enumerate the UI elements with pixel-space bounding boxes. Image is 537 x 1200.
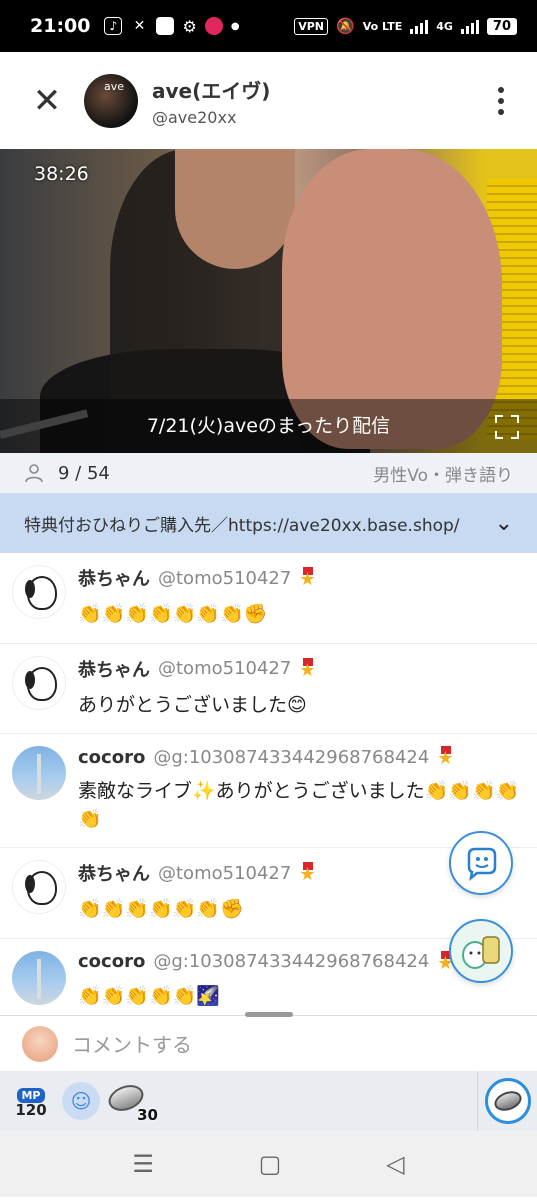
- more-vertical-icon[interactable]: [489, 86, 513, 115]
- recents-icon[interactable]: ☰: [132, 1150, 154, 1178]
- star-badge-icon: [299, 567, 317, 589]
- list-item: 恭ちゃん @tomo510427 👏👏👏👏👏👏👏✊: [0, 553, 537, 644]
- back-icon[interactable]: ◁: [386, 1150, 404, 1178]
- star-badge-icon: [299, 862, 317, 884]
- channel-handle: @ave20xx: [152, 107, 237, 127]
- viewer-stats: 9 / 54 男性Vo・弾き語り: [0, 453, 537, 493]
- comment-text: 👏👏👏👏👏👏👏✊: [78, 603, 268, 625]
- avatar[interactable]: [12, 860, 66, 915]
- avatar[interactable]: [12, 746, 66, 801]
- avatar[interactable]: [12, 950, 66, 1005]
- comment-handle: @tomo510427: [158, 567, 292, 589]
- mp-value: 120: [15, 1100, 47, 1119]
- star-badge-icon: [299, 657, 317, 680]
- drag-handle[interactable]: [245, 1012, 293, 1017]
- chat-bubble-icon[interactable]: [449, 831, 513, 895]
- comment-author: cocoro: [78, 746, 146, 768]
- notification-icons: ♪ ✕ ⚙ ●: [104, 16, 240, 36]
- system-indicators: VPN 🔕 Vo LTE 4G 70: [294, 17, 517, 35]
- notice-text: 特典付おひねりご購入先／https://ave20xx.base.shop/: [24, 515, 460, 536]
- network-label: 4G: [436, 19, 453, 33]
- lte-label: Vo LTE: [362, 19, 403, 33]
- comment-author: 恭ちゃん: [78, 569, 150, 590]
- status-bar: 21:00 ♪ ✕ ⚙ ● VPN 🔕 Vo LTE 4G 70: [0, 0, 537, 52]
- comment-input-bar[interactable]: コメントする: [0, 1012, 537, 1071]
- genre-label: 男性Vo・弾き語り: [373, 465, 513, 486]
- vpn-badge: VPN: [294, 17, 329, 35]
- app-notification-icon: [156, 17, 175, 35]
- video-player[interactable]: 38:26 7/21(火)aveのまったり配信: [0, 149, 537, 453]
- x-icon: ✕: [130, 17, 149, 35]
- dot-icon: ●: [230, 20, 240, 32]
- avatar: [22, 1025, 58, 1062]
- person-icon: [25, 464, 43, 483]
- fullscreen-icon[interactable]: [495, 415, 519, 439]
- comment-author: 恭ちゃん: [78, 659, 150, 681]
- comment-text: 👏👏👏👏👏🌠: [78, 984, 220, 1007]
- chevron-down-icon[interactable]: ⌄: [495, 511, 513, 536]
- comment-text: 素敵なライブ✨ありがとうございました👏👏👏👏👏: [78, 780, 520, 830]
- list-item: 恭ちゃん @tomo510427 ありがとうございました😊: [0, 644, 537, 735]
- channel-info[interactable]: ave(エイヴ) @ave20xx: [152, 75, 270, 127]
- avatar[interactable]: [12, 565, 66, 619]
- status-time: 21:00: [30, 15, 91, 37]
- comment-handle: @tomo510427: [158, 658, 292, 680]
- battery-level: 70: [486, 17, 517, 35]
- comment-input[interactable]: コメントする: [72, 1029, 192, 1058]
- coin-stack[interactable]: 30: [104, 1078, 158, 1124]
- coin-icon: [491, 1087, 524, 1115]
- tiktok-icon: ♪: [104, 17, 123, 35]
- comment-handle: @g:103087433442968768424: [153, 951, 430, 973]
- notice-banner[interactable]: 特典付おひねりご購入先／https://ave20xx.base.shop/ ⌄: [0, 493, 537, 553]
- emoji-icon[interactable]: ☺: [62, 1082, 100, 1120]
- record-icon: [204, 17, 223, 35]
- avatar[interactable]: [12, 655, 66, 710]
- mp-indicator[interactable]: MP 120: [14, 1084, 48, 1119]
- elapsed-time: 38:26: [34, 163, 89, 185]
- channel-header: ✕ ave ave(エイヴ) @ave20xx: [0, 52, 537, 149]
- gear-icon: ⚙: [182, 16, 197, 36]
- comment-handle: @tomo510427: [158, 862, 292, 884]
- mute-icon: 🔕: [336, 17, 355, 35]
- viewer-count: 9 / 54: [58, 462, 110, 484]
- gift-character-icon[interactable]: [449, 919, 513, 983]
- list-item: cocoro @g:103087433442968768424 素敵なライブ✨あ…: [0, 734, 537, 849]
- comment-text: ありがとうございました😊: [78, 693, 307, 716]
- system-nav-bar: ☰ ▢ ◁: [0, 1131, 537, 1197]
- comment-handle: @g:103087433442968768424: [153, 746, 430, 768]
- comment-author: 恭ちゃん: [78, 864, 150, 886]
- action-bar: MP 120 ☺ 30: [0, 1071, 537, 1131]
- coin-count: 30: [137, 1106, 158, 1124]
- close-icon[interactable]: ✕: [24, 78, 70, 124]
- comment-list[interactable]: 恭ちゃん @tomo510427 👏👏👏👏👏👏👏✊ 恭ちゃん @tomo5104…: [0, 553, 537, 1015]
- star-badge-icon: [437, 746, 455, 768]
- home-icon[interactable]: ▢: [259, 1150, 282, 1178]
- stream-title: 7/21(火)aveのまったり配信: [0, 399, 537, 453]
- channel-name: ave(エイヴ): [152, 78, 271, 103]
- comment-author: cocoro: [78, 951, 146, 973]
- channel-avatar[interactable]: ave: [84, 73, 138, 128]
- signal-icon-2: [460, 18, 479, 34]
- send-coin-button[interactable]: [477, 1071, 537, 1131]
- signal-icon: [410, 18, 429, 34]
